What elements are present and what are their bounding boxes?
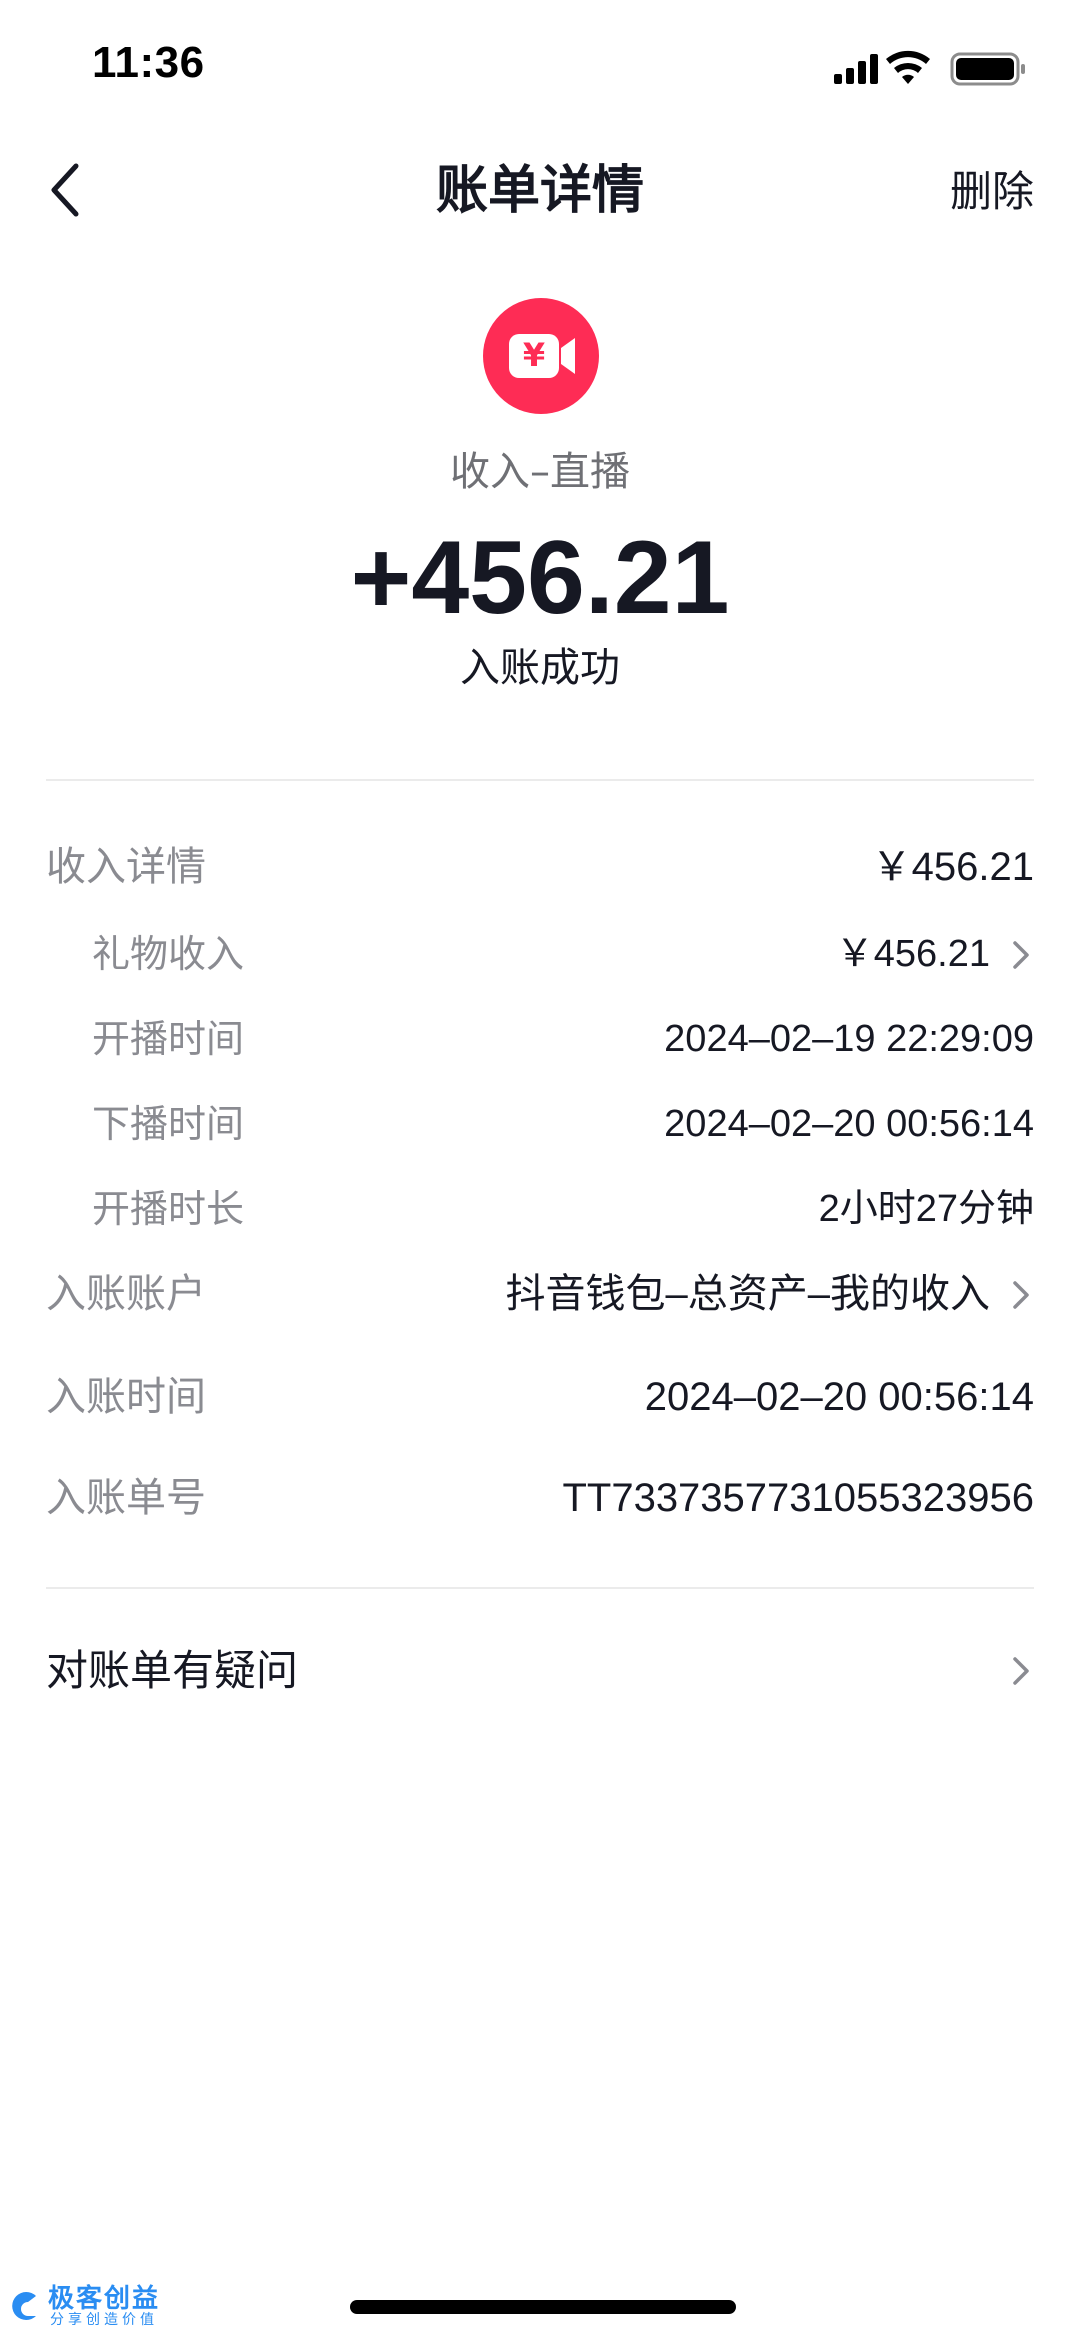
watermark: 极客创益 分享创造价值: [6, 2282, 166, 2332]
order-number-label: 入账单号: [46, 1475, 206, 1521]
watermark-subtext: 分享创造价值: [50, 2312, 158, 2328]
bill-question-row[interactable]: 对账单有疑问: [46, 1636, 1034, 1706]
account-row[interactable]: 入账账户 抖音钱包–总资产–我的收入: [46, 1262, 1034, 1326]
duration-label: 开播时长: [92, 1187, 245, 1231]
duration-value: 2小时27分钟: [818, 1188, 1034, 1230]
order-number-row: 入账单号 TT7337357731055323956: [46, 1466, 1034, 1530]
account-value: 抖音钱包–总资产–我的收入: [505, 1272, 991, 1316]
battery-icon: [950, 52, 1025, 86]
income-detail-label: 收入详情: [46, 844, 206, 890]
cellular-signal-icon: [834, 54, 878, 84]
chevron-right-icon: [1013, 1657, 1029, 1685]
gift-income-label: 礼物收入: [92, 932, 245, 976]
chevron-right-icon: [1013, 1281, 1029, 1309]
income-detail-value: ￥456.21: [871, 845, 1034, 889]
end-time-value: 2024–02–20 00:56:14: [664, 1103, 1034, 1145]
bill-question-label: 对账单有疑问: [46, 1646, 299, 1695]
order-number-value: TT7337357731055323956: [562, 1476, 1034, 1520]
svg-text:¥: ¥: [523, 336, 545, 374]
wifi-icon: [886, 50, 930, 84]
page-title: 账单详情: [435, 161, 644, 221]
start-time-value: 2024–02–19 22:29:09: [664, 1018, 1034, 1060]
transaction-amount: +456.21: [350, 520, 730, 636]
gift-income-value: ￥456.21: [835, 933, 990, 975]
account-label: 入账账户: [46, 1271, 206, 1317]
end-time-label: 下播时间: [92, 1102, 245, 1146]
gift-income-row[interactable]: 礼物收入 ￥456.21: [46, 922, 1034, 986]
transaction-status: 入账成功: [460, 645, 620, 691]
duration-row: 开播时长 2小时27分钟: [46, 1177, 1034, 1241]
home-indicator[interactable]: [350, 2300, 736, 2314]
start-time-label: 开播时间: [92, 1017, 245, 1061]
watermark-text: 极客创益: [48, 2284, 161, 2314]
credit-time-row: 入账时间 2024–02–20 00:56:14: [46, 1365, 1034, 1429]
start-time-row: 开播时间 2024–02–19 22:29:09: [46, 1007, 1034, 1071]
credit-time-value: 2024–02–20 00:56:14: [644, 1375, 1034, 1419]
watermark-logo-icon: [12, 2292, 36, 2320]
end-time-row: 下播时间 2024–02–20 00:56:14: [46, 1092, 1034, 1156]
chevron-right-icon: [1013, 941, 1029, 969]
divider: [46, 779, 1034, 781]
transaction-type: 收入–直播: [450, 449, 630, 495]
income-detail-row: 收入详情 ￥456.21: [46, 835, 1034, 899]
delete-button[interactable]: 删除: [950, 162, 1034, 222]
status-time: 11:36: [92, 38, 205, 87]
status-icons: [834, 48, 1030, 88]
live-income-icon: ¥: [483, 298, 599, 414]
divider: [46, 1587, 1034, 1589]
credit-time-label: 入账时间: [46, 1374, 206, 1420]
